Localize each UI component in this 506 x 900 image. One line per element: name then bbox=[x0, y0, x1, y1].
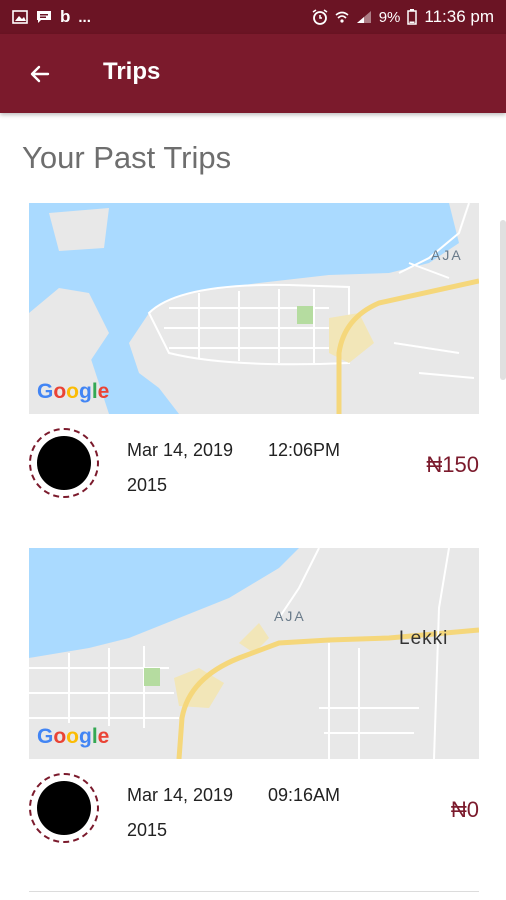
trip-date: Mar 14, 2019 bbox=[127, 785, 234, 805]
scrollbar[interactable] bbox=[500, 220, 506, 380]
driver-avatar bbox=[29, 428, 99, 498]
trip-time: 09:16AM bbox=[268, 785, 341, 805]
app-bar: Trips bbox=[0, 34, 506, 113]
trip-map[interactable]: AJA Google bbox=[29, 203, 479, 414]
status-overflow: ... bbox=[78, 8, 91, 26]
wifi-icon bbox=[335, 10, 349, 24]
b-app-icon: b bbox=[60, 7, 71, 26]
divider bbox=[29, 891, 479, 892]
trip-number: 2015 bbox=[127, 820, 168, 840]
google-logo: Google bbox=[37, 380, 110, 403]
trip-date: Mar 14, 2019 bbox=[127, 440, 234, 460]
driver-avatar bbox=[29, 773, 99, 843]
trip-time: 12:06PM bbox=[268, 440, 341, 460]
alarm-icon bbox=[312, 9, 328, 25]
map-place-label: AJA bbox=[274, 608, 306, 624]
trip-price: ₦0 bbox=[450, 797, 479, 822]
trip-map[interactable]: AJA Lekki Google bbox=[29, 548, 479, 759]
arrow-left-icon bbox=[30, 65, 50, 83]
message-icon bbox=[36, 10, 52, 25]
section-title: Your Past Trips bbox=[22, 140, 232, 175]
back-button[interactable] bbox=[22, 56, 58, 92]
map-place-label: AJA bbox=[431, 247, 463, 263]
battery-icon bbox=[407, 9, 418, 25]
image-icon bbox=[12, 10, 28, 24]
trip-card[interactable]: AJA Google Mar 14, 2019 12:06PM 2015 ₦15… bbox=[29, 203, 479, 503]
status-bar: b ... 9% 11:36 pm bbox=[0, 0, 506, 34]
map-area-label: Lekki bbox=[399, 628, 448, 649]
battery-percent: 9% bbox=[378, 8, 401, 26]
signal-icon bbox=[356, 10, 372, 24]
trip-price: ₦150 bbox=[426, 452, 479, 477]
google-logo: Google bbox=[37, 725, 110, 748]
page-title: Trips bbox=[103, 58, 161, 85]
trip-card[interactable]: AJA Lekki Google Mar 14, 2019 09:16AM 20… bbox=[29, 548, 479, 848]
status-time: 11:36 pm bbox=[424, 7, 494, 26]
trip-number: 2015 bbox=[127, 475, 168, 495]
